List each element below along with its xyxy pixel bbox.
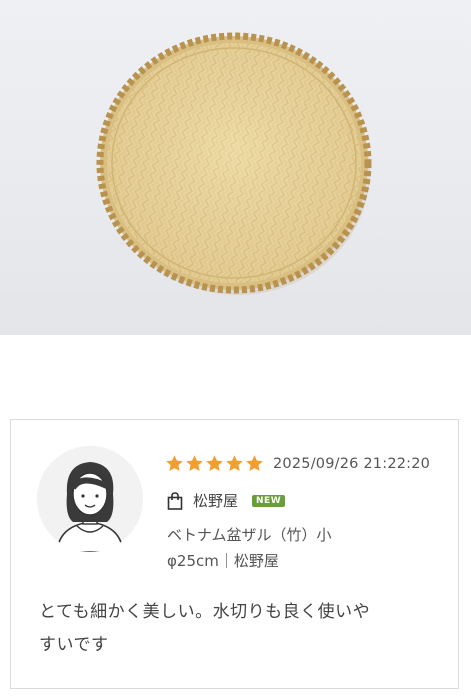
bamboo-colander-image bbox=[96, 32, 372, 295]
product-name[interactable]: ベトナム盆ザル（竹）小 φ25cm｜松野屋 bbox=[167, 522, 437, 574]
product-photo bbox=[0, 0, 471, 335]
star-icon bbox=[246, 455, 263, 472]
star-icon bbox=[186, 455, 203, 472]
star-icon bbox=[206, 455, 223, 472]
review-date: 2025/09/26 21:22:20 bbox=[273, 456, 431, 472]
rating-stars bbox=[165, 454, 264, 473]
review-body: とても細かく美しい。水切りも良く使いや すいです bbox=[39, 596, 439, 662]
shopping-bag-icon bbox=[167, 491, 183, 510]
review-text-line1: とても細かく美しい。水切りも良く使いや bbox=[39, 602, 371, 622]
product-name-line2: φ25cm｜松野屋 bbox=[167, 552, 279, 570]
reviewer-avatar bbox=[37, 446, 143, 552]
new-badge: NEW bbox=[252, 494, 286, 507]
star-icon bbox=[166, 455, 183, 472]
shop-row: 松野屋 NEW bbox=[167, 490, 286, 511]
review-text-line2: すいです bbox=[39, 635, 109, 655]
shop-name[interactable]: 松野屋 bbox=[193, 490, 238, 511]
product-name-line1: ベトナム盆ザル（竹）小 bbox=[167, 526, 332, 544]
review-card: 2025/09/26 21:22:20 松野屋 NEW ベトナム盆ザル（竹）小 … bbox=[10, 419, 459, 689]
star-icon bbox=[226, 455, 243, 472]
